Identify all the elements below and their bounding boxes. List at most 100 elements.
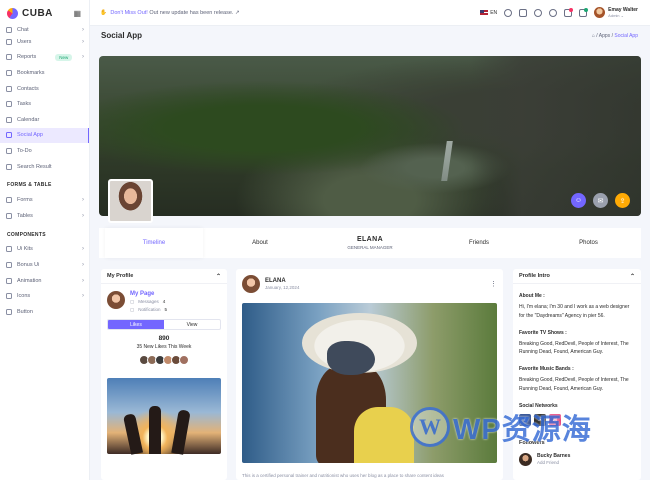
cart-icon[interactable]	[564, 7, 574, 17]
card-header: Profile Intro ⌃	[513, 269, 641, 284]
view-button[interactable]: View	[164, 320, 220, 329]
avatar[interactable]	[179, 355, 189, 365]
tab-photos[interactable]: Photos	[541, 228, 636, 258]
add-friend-link[interactable]: Add Friend	[537, 460, 570, 465]
post-date: January, 12,2024	[265, 285, 300, 290]
sidebar-item-label: Users	[17, 38, 32, 45]
sidebar-item-chat[interactable]: Chat ›	[0, 26, 89, 34]
about-text: Hi, I'm elana; I'm 30 and I work as a we…	[519, 304, 630, 319]
sidebar-item-button[interactable]: Button	[0, 304, 89, 320]
notification-icon[interactable]	[579, 7, 589, 17]
chevron-right-icon: ›	[82, 261, 84, 268]
music-text: Breaking Good, RedDevil, People of Inter…	[519, 377, 629, 392]
shirt-shape	[354, 407, 414, 463]
sidebar-item-label: Bonus Ui	[17, 261, 40, 268]
chevron-right-icon: ›	[82, 246, 84, 253]
profile-picture[interactable]	[108, 179, 153, 223]
likes-view-toggle: Likes View	[107, 319, 221, 330]
us-flag-icon	[480, 10, 489, 15]
sidebar-item-users[interactable]: Users ›	[0, 34, 89, 50]
home-icon[interactable]: ⌂	[592, 33, 595, 39]
likes-button[interactable]: Likes	[108, 320, 164, 329]
search-icon[interactable]	[504, 8, 513, 17]
section-components-heading: COMPONENTS	[7, 231, 46, 238]
sidebar-item-bookmarks[interactable]: Bookmarks	[0, 65, 89, 81]
sidebar-item-ui-kits[interactable]: Ui Kits ›	[0, 242, 89, 258]
sidebar-item-search-result[interactable]: Search Result	[0, 159, 89, 175]
star-icon[interactable]	[519, 8, 528, 17]
tab-label: Photos	[579, 240, 598, 246]
sidebar-item-tables[interactable]: Tables ›	[0, 208, 89, 224]
ui-kits-icon	[6, 246, 12, 253]
post-header: ELANA January, 12,2024 ⋮	[236, 269, 503, 299]
users-icon	[6, 38, 12, 45]
messages-row[interactable]: ▢ Messages 4	[130, 299, 167, 305]
sidebar-item-forms[interactable]: Forms ›	[0, 192, 89, 208]
breadcrumb-apps[interactable]: Apps	[599, 33, 610, 39]
social-icon	[6, 132, 12, 139]
grid-icon[interactable]: ▦	[73, 9, 81, 18]
app-name: CUBA	[22, 7, 53, 19]
sidebar-nav: Chat › Users › Reports New › Bookmarks C…	[0, 27, 89, 320]
sidebar-item-label: Reports	[17, 54, 37, 61]
profile-photo[interactable]	[107, 378, 221, 455]
sidebar-item-label: Bookmarks	[17, 69, 45, 76]
notice-prefix: Don't Miss Out!	[110, 9, 148, 16]
sidebar-item-contacts[interactable]: Contacts	[0, 81, 89, 97]
forms-icon	[6, 197, 12, 204]
calendar-icon	[6, 116, 12, 123]
page-title: Social App	[101, 31, 143, 40]
breadcrumb-current: Social App	[614, 33, 638, 39]
sidebar-item-label: To-Do	[17, 147, 32, 154]
follower-item[interactable]: Bucky Barnes Add Friend	[513, 446, 641, 466]
user-menu[interactable]: Emay Walter Admin ⌄	[594, 7, 638, 18]
sidebar-item-icons[interactable]: Icons ›	[0, 288, 89, 304]
tab-friends[interactable]: Friends	[434, 228, 524, 258]
tab-about[interactable]: About	[214, 228, 306, 258]
sidebar-item-tasks[interactable]: Tasks	[0, 96, 89, 112]
language-label: EN	[490, 9, 498, 16]
silhouette-shape	[171, 409, 191, 455]
button-icon	[6, 308, 12, 315]
post-author[interactable]: ELANA	[265, 278, 299, 284]
notification-icon: ▢	[130, 307, 135, 312]
cover-waterfall	[441, 141, 453, 181]
language-selector[interactable]: EN	[480, 10, 497, 16]
bookmark-icon	[6, 69, 12, 76]
ribbon-shape	[327, 341, 375, 375]
sidebar-item-label: Tasks	[17, 101, 32, 108]
my-page-link[interactable]: My Page	[130, 291, 167, 297]
update-notice[interactable]: ✋ Don't Miss Out! Out new update has bee…	[100, 10, 240, 16]
sidebar-item-reports[interactable]: Reports New ›	[0, 50, 89, 66]
sidebar-item-bonus-ui[interactable]: Bonus Ui ›	[0, 257, 89, 273]
chevron-up-icon[interactable]: ⌃	[216, 273, 221, 280]
tab-timeline[interactable]: Timeline	[105, 228, 203, 258]
avatar[interactable]	[242, 275, 260, 293]
sidebar-item-todo[interactable]: To-Do	[0, 143, 89, 159]
likes-text: 35 New Likes This Week	[136, 344, 192, 350]
watermark: W WP资源海	[410, 406, 592, 448]
more-options-icon[interactable]: ⋮	[490, 280, 497, 288]
settings-icon[interactable]	[549, 8, 558, 17]
my-page-row: My Page ▢ Messages 4 ▢ Notification 5	[101, 284, 227, 313]
sidebar-item-label: Tables	[17, 212, 33, 219]
sidebar-item-animation[interactable]: Animation ›	[0, 273, 89, 289]
follower-name: Bucky Barnes	[537, 453, 571, 459]
notification-row[interactable]: ▢ Notification 5	[130, 307, 167, 313]
messages-icon: ▢	[130, 299, 135, 304]
new-badge: New	[55, 53, 73, 61]
sidebar-item-social-app[interactable]: Social App	[0, 127, 89, 144]
chevron-right-icon: ›	[82, 277, 84, 284]
chat-bubbles-icon[interactable]: ✉	[593, 193, 608, 208]
topbar-actions: EN Emay Walter Admin ⌄	[480, 7, 638, 18]
post-card: ELANA January, 12,2024 ⋮ This is a certi…	[236, 269, 503, 480]
silhouette-shape	[149, 406, 161, 454]
sidebar-item-calendar[interactable]: Calendar	[0, 112, 89, 128]
sidebar-item-label: Forms	[17, 197, 33, 204]
app-logo[interactable]: CUBA ▦	[0, 0, 89, 26]
moon-icon[interactable]	[534, 8, 543, 17]
messages-count: 4	[162, 299, 166, 304]
chevron-up-icon[interactable]: ⌃	[630, 273, 635, 280]
share-icon[interactable]: ⇪	[615, 193, 630, 208]
smiley-icon[interactable]: ☺	[571, 193, 586, 208]
